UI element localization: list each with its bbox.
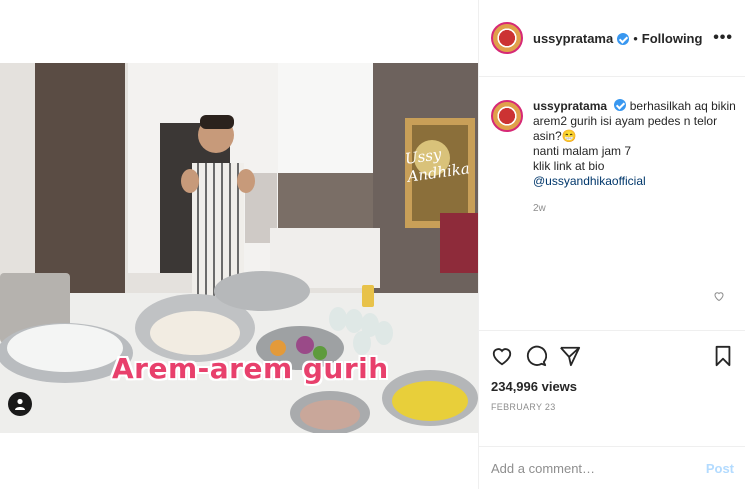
caption-mention-link[interactable]: @ussyandhikaofficial [533, 174, 646, 188]
more-options-icon[interactable]: ••• [713, 29, 733, 47]
comment-form: Post [479, 446, 745, 489]
like-comment-heart-icon[interactable] [713, 290, 725, 302]
caption-comment: ussypratama berhasilkah aq bikin arem2 g… [491, 98, 736, 216]
share-icon[interactable] [559, 345, 581, 367]
view-count[interactable]: 234,996 views [491, 379, 734, 394]
post-sidebar: ussypratama • Following ••• ussypratama … [478, 0, 745, 489]
caption-avatar[interactable] [491, 100, 523, 132]
post-header: ussypratama • Following ••• [479, 0, 745, 77]
caption-line-3: klik link at bio [533, 159, 605, 173]
caption-verified-icon [614, 99, 627, 111]
header-username[interactable]: ussypratama [533, 31, 613, 46]
caption-text: ussypratama berhasilkah aq bikin arem2 g… [533, 98, 736, 216]
comment-input[interactable] [491, 460, 706, 476]
post-actions: 234,996 views FEBRUARY 23 [479, 330, 745, 412]
post-comment-button[interactable]: Post [706, 461, 734, 476]
following-button[interactable]: Following [642, 31, 703, 46]
person-icon[interactable] [8, 392, 32, 416]
post-media: Ussy Andhika Arem-arem gurih [0, 0, 478, 489]
post-date[interactable]: FEBRUARY 23 [491, 402, 734, 412]
avatar[interactable] [491, 22, 523, 54]
action-icons [491, 345, 734, 367]
verified-icon [617, 33, 630, 45]
caption-time-ago[interactable]: 2w [533, 201, 736, 216]
comment-icon[interactable] [525, 345, 547, 367]
caption-line-2: nanti malam jam 7 [533, 144, 632, 158]
video-overlay-text: Arem-arem gurih [112, 352, 389, 385]
separator-dot: • [633, 30, 638, 46]
bookmark-icon[interactable] [712, 345, 734, 367]
caption-username[interactable]: ussypratama [533, 99, 607, 113]
heart-icon[interactable] [491, 345, 513, 367]
